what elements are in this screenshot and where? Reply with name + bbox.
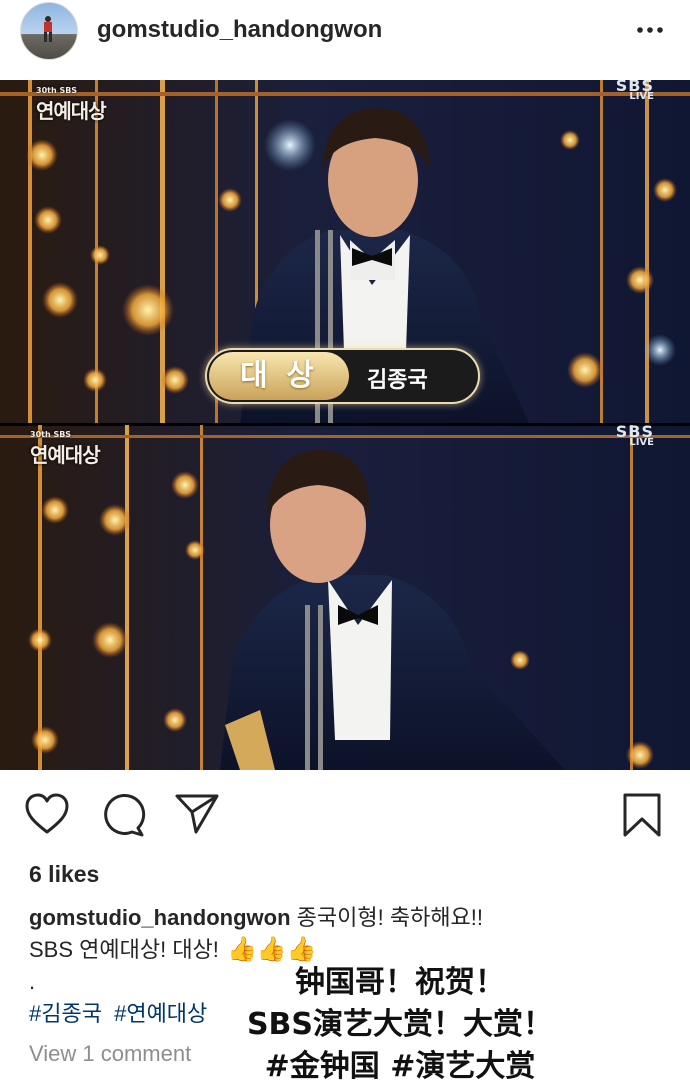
like-count[interactable]: 6 likes — [29, 861, 99, 888]
caption-text-line1: 종국이형! 축하해요!! — [296, 905, 484, 930]
hashtag-link[interactable]: #김종국 — [29, 1001, 102, 1026]
ellipsis-icon[interactable] — [632, 16, 668, 44]
award-label: 대 상 — [209, 352, 349, 400]
hashtag-link[interactable]: #연예대상 — [114, 1001, 207, 1026]
broadcast-logo: 30th SBS 연예대상 — [36, 86, 107, 123]
send-icon[interactable] — [174, 792, 220, 841]
post-username[interactable]: gomstudio_handongwon — [97, 16, 382, 44]
hashtag-list: #김종국 #연예대상 — [29, 998, 213, 1030]
translation-overlay: 钟国哥！祝贺！ SBS演艺大赏！大赏！ #金钟国 #演艺大赏 — [230, 962, 570, 1088]
caption-dot: . — [29, 969, 36, 994]
overlay-line: 钟国哥！祝贺！ — [295, 965, 505, 1000]
avatar[interactable] — [20, 2, 78, 60]
award-caption: 대 상 김종국 — [205, 348, 480, 404]
view-comments-link[interactable]: View 1 comment — [29, 1041, 191, 1067]
award-recipient: 김종국 — [367, 368, 428, 393]
heart-icon[interactable] — [24, 792, 70, 841]
caption-text-line2: SBS 연예대상! 대상! — [29, 937, 219, 962]
post-image[interactable]: 30th SBS 연예대상 SBS LIVE 대 상 김종국 30th SBS … — [0, 80, 690, 770]
broadcast-logo: 30th SBS 연예대상 — [30, 430, 101, 467]
bookmark-icon[interactable] — [622, 792, 662, 843]
overlay-line: SBS演艺大赏！大赏！ — [246, 1007, 554, 1042]
post-actions — [0, 770, 690, 860]
post-caption: gomstudio_handongwon 종국이형! 축하해요!! SBS 연예… — [29, 902, 669, 966]
comment-icon[interactable] — [100, 792, 146, 843]
post-header: gomstudio_handongwon — [0, 0, 690, 80]
broadcast-live-badge: SBS LIVE — [615, 422, 654, 449]
overlay-line: #金钟国 #演艺大赏 — [264, 1049, 536, 1084]
caption-username[interactable]: gomstudio_handongwon — [29, 905, 291, 930]
broadcast-live-badge: SBS LIVE — [615, 80, 654, 102]
